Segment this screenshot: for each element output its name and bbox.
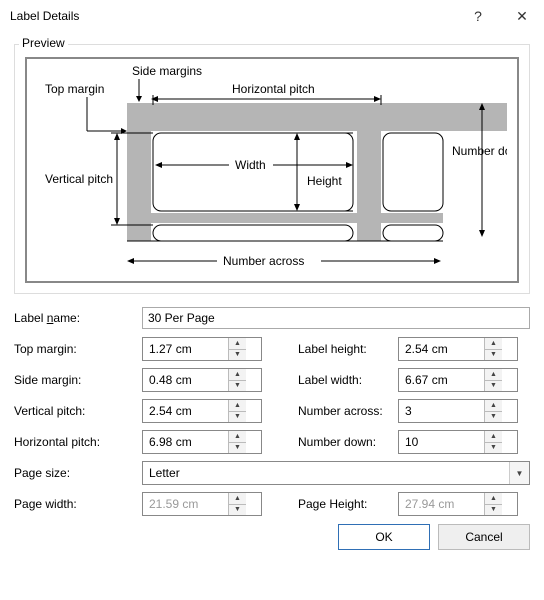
spin-up-icon[interactable]: ▲ [485, 338, 502, 349]
top-margin-input[interactable]: ▲▼ [142, 337, 262, 361]
spin-up-icon[interactable]: ▲ [229, 338, 246, 349]
lbl-side-margins: Side margins [132, 65, 202, 78]
close-icon[interactable]: ✕ [500, 0, 544, 32]
spin-up-icon[interactable]: ▲ [485, 369, 502, 380]
chevron-down-icon[interactable]: ▼ [509, 462, 529, 484]
page-height-input: ▲▼ [398, 492, 518, 516]
label-diagram: Side margins Top margin Horizontal pitch… [25, 57, 519, 283]
preview-group: Preview Side margins Top margin [14, 44, 530, 294]
spin-up-icon[interactable]: ▲ [485, 400, 502, 411]
lbl-vertical-pitch: Vertical pitch [45, 172, 113, 186]
spin-up-icon[interactable]: ▲ [229, 400, 246, 411]
label-name-label: Label name: [14, 311, 142, 325]
page-height-label: Page Height: [298, 497, 398, 511]
label-name-input[interactable] [142, 307, 530, 329]
lbl-horizontal-pitch: Horizontal pitch [232, 82, 315, 96]
label-width-label: Label width: [298, 373, 398, 387]
vertical-pitch-input[interactable]: ▲▼ [142, 399, 262, 423]
dialog-body: Preview Side margins Top margin [0, 32, 544, 560]
horizontal-pitch-label: Horizontal pitch: [14, 435, 142, 449]
form: Label name: Top margin: ▲▼ Label height:… [14, 306, 530, 550]
spin-down-icon[interactable]: ▼ [229, 349, 246, 361]
vertical-pitch-label: Vertical pitch: [14, 404, 142, 418]
page-size-label: Page size: [14, 466, 142, 480]
spin-up-icon: ▲ [485, 493, 502, 504]
spin-down-icon: ▼ [485, 504, 502, 516]
page-width-input: ▲▼ [142, 492, 262, 516]
lbl-number-down: Number down [452, 144, 507, 158]
lbl-number-across: Number across [223, 254, 304, 268]
lbl-top-margin: Top margin [45, 82, 104, 96]
button-bar: OK Cancel [14, 524, 530, 550]
number-down-label: Number down: [298, 435, 398, 449]
lbl-width: Width [235, 158, 266, 172]
spin-down-icon[interactable]: ▼ [229, 442, 246, 454]
spin-up-icon: ▲ [229, 493, 246, 504]
page-size-select[interactable]: Letter ▼ [142, 461, 530, 485]
cancel-button[interactable]: Cancel [438, 524, 530, 550]
spin-down-icon[interactable]: ▼ [229, 411, 246, 423]
label-height-label: Label height: [298, 342, 398, 356]
lbl-height: Height [307, 174, 342, 188]
horizontal-pitch-input[interactable]: ▲▼ [142, 430, 262, 454]
row-label-name: Label name: [14, 306, 530, 330]
spin-down-icon[interactable]: ▼ [485, 411, 502, 423]
dialog-title: Label Details [10, 9, 456, 23]
label-height-input[interactable]: ▲▼ [398, 337, 518, 361]
side-margin-label: Side margin: [14, 373, 142, 387]
side-margin-input[interactable]: ▲▼ [142, 368, 262, 392]
page-size-value: Letter [143, 466, 509, 480]
spin-down-icon[interactable]: ▼ [485, 349, 502, 361]
ok-button[interactable]: OK [338, 524, 430, 550]
spin-down-icon[interactable]: ▼ [485, 380, 502, 392]
titlebar: Label Details ? ✕ [0, 0, 544, 32]
spin-up-icon[interactable]: ▲ [485, 431, 502, 442]
page-width-label: Page width: [14, 497, 142, 511]
number-across-input[interactable]: ▲▼ [398, 399, 518, 423]
spin-down-icon[interactable]: ▼ [229, 380, 246, 392]
spin-up-icon[interactable]: ▲ [229, 369, 246, 380]
label-width-input[interactable]: ▲▼ [398, 368, 518, 392]
preview-legend: Preview [19, 36, 68, 50]
spin-down-icon[interactable]: ▼ [485, 442, 502, 454]
number-down-input[interactable]: ▲▼ [398, 430, 518, 454]
top-margin-label: Top margin: [14, 342, 142, 356]
spin-down-icon: ▼ [229, 504, 246, 516]
help-icon[interactable]: ? [456, 0, 500, 32]
number-across-label: Number across: [298, 404, 398, 418]
spin-up-icon[interactable]: ▲ [229, 431, 246, 442]
